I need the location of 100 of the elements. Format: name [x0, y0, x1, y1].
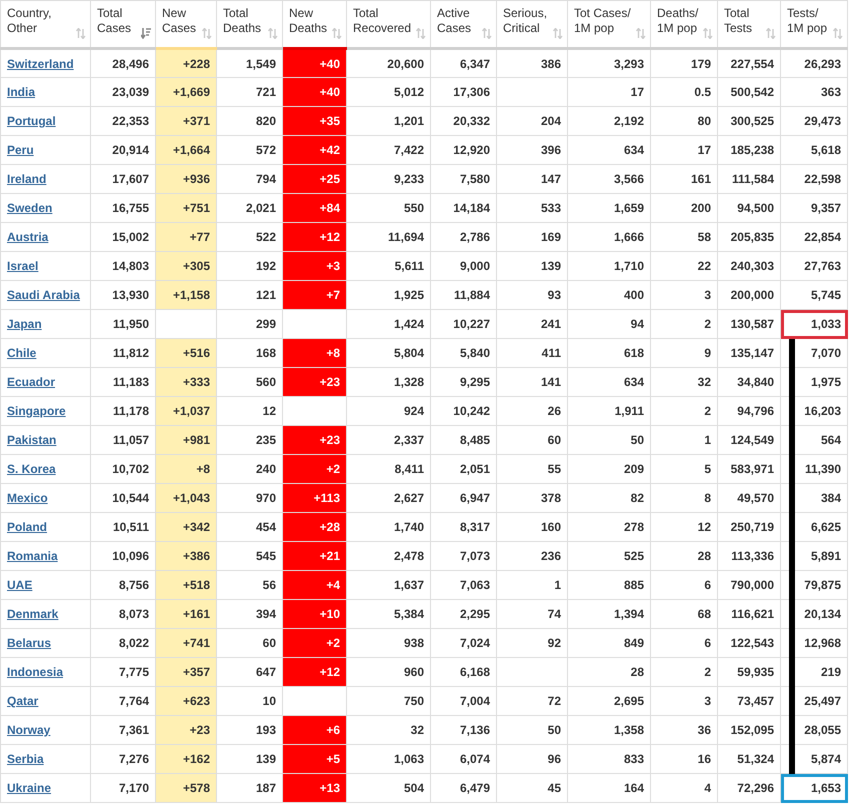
- table-cell: +333: [156, 368, 216, 396]
- table-cell: 1,925: [346, 280, 430, 310]
- table-cell: 200,000: [718, 280, 780, 310]
- table-cell: 29,473: [780, 106, 848, 136]
- table-cell: 396: [496, 136, 568, 164]
- table-cell: +28: [282, 512, 346, 542]
- table-cell: 130,587: [718, 310, 780, 338]
- table-cell: +23: [282, 368, 346, 396]
- table-cell: +5: [282, 744, 346, 774]
- table-cell: 161: [650, 164, 718, 194]
- sort-icon: [268, 28, 278, 39]
- column-header[interactable]: Active Cases: [430, 0, 496, 48]
- table-cell: 618: [568, 338, 650, 368]
- table-cell: 200: [650, 194, 718, 222]
- table-cell: +8: [156, 454, 216, 484]
- country-link[interactable]: Peru: [7, 143, 34, 157]
- table-cell: 1,328: [346, 368, 430, 396]
- table-cell: 50: [568, 426, 650, 454]
- table-cell: 8,485: [430, 426, 496, 454]
- table-cell: 68: [650, 600, 718, 628]
- table-cell: 1,659: [568, 194, 650, 222]
- table-cell: 122,543: [718, 628, 780, 658]
- sort-icon: [636, 28, 646, 39]
- table-cell: +23: [282, 426, 346, 454]
- table-cell: +1,669: [156, 78, 216, 106]
- table-cell: 0.5: [650, 78, 718, 106]
- table-cell: 8: [650, 484, 718, 512]
- sort-icon: [76, 28, 86, 39]
- table-cell: 6,947: [430, 484, 496, 512]
- table-cell: 1,063: [346, 744, 430, 774]
- country-link[interactable]: India: [7, 85, 36, 99]
- sort-icon: [482, 28, 492, 39]
- table-cell: 5,804: [346, 338, 430, 368]
- table-cell: +161: [156, 600, 216, 628]
- table-cell: +518: [156, 570, 216, 600]
- table-cell: 7,004: [430, 686, 496, 716]
- country-link[interactable]: Israel: [7, 259, 38, 273]
- sort-icon: [416, 28, 426, 39]
- table-cell: 2: [650, 658, 718, 686]
- table-cell: 1,424: [346, 310, 430, 338]
- country-link[interactable]: Chile: [7, 346, 36, 360]
- table-cell: 6,074: [430, 744, 496, 774]
- column-header[interactable]: Tests/ 1M pop: [780, 0, 848, 48]
- table-cell: 2,295: [430, 600, 496, 628]
- table-cell: +13: [282, 774, 346, 802]
- column-header[interactable]: Serious, Critical: [496, 0, 568, 48]
- column-header[interactable]: Deaths/ 1M pop: [650, 0, 718, 48]
- table-cell: 3,293: [568, 48, 650, 78]
- column-header[interactable]: Total Tests: [718, 0, 780, 48]
- column-header[interactable]: Country, Other: [0, 0, 90, 48]
- table-cell: 1,637: [346, 570, 430, 600]
- table-cell: +1,158: [156, 280, 216, 310]
- table-cell: 74: [496, 600, 568, 628]
- table-cell: 1,666: [568, 222, 650, 252]
- table-cell: 924: [346, 396, 430, 426]
- sort-icon: [766, 28, 776, 39]
- table-cell: 6,347: [430, 48, 496, 78]
- table-cell: +936: [156, 164, 216, 194]
- table-cell: 241: [496, 310, 568, 338]
- table-cell: 92: [496, 628, 568, 658]
- table-cell: +2: [282, 628, 346, 658]
- table-cell: +371: [156, 106, 216, 136]
- table-cell: 45: [496, 774, 568, 802]
- table-cell: 7,580: [430, 164, 496, 194]
- table-cell: 55: [496, 454, 568, 484]
- table-cell: 833: [568, 744, 650, 774]
- table-cell: 278: [568, 512, 650, 542]
- table-cell: 2,786: [430, 222, 496, 252]
- table-cell: 160: [496, 512, 568, 542]
- table-cell: +1,037: [156, 396, 216, 426]
- table-cell: 583,971: [718, 454, 780, 484]
- table-cell: 2,051: [430, 454, 496, 484]
- table-cell: 82: [568, 484, 650, 512]
- country-link[interactable]: Serbia: [7, 752, 44, 766]
- table-cell: 1,740: [346, 512, 430, 542]
- country-link[interactable]: UAE: [7, 578, 32, 592]
- table-cell: 4: [650, 774, 718, 802]
- table-cell: 1,911: [568, 396, 650, 426]
- table-cell: 10,227: [430, 310, 496, 338]
- column-header[interactable]: Total Cases: [90, 0, 156, 48]
- table-cell: 2,478: [346, 542, 430, 570]
- table-cell: 227,554: [718, 48, 780, 78]
- table-cell: 5,012: [346, 78, 430, 106]
- table-cell: 236: [496, 542, 568, 570]
- table-cell: +981: [156, 426, 216, 454]
- table-cell: +10: [282, 600, 346, 628]
- table-cell: 7,073: [430, 542, 496, 570]
- table-cell: 147: [496, 164, 568, 194]
- table-cell: 750: [346, 686, 430, 716]
- column-header[interactable]: Total Recovered: [346, 0, 430, 48]
- column-header[interactable]: Total Deaths: [216, 0, 282, 48]
- column-header[interactable]: Tot Cases/ 1M pop: [568, 0, 650, 48]
- table-cell: 12,920: [430, 136, 496, 164]
- table-cell: +228: [156, 48, 216, 78]
- country-link[interactable]: Qatar: [7, 694, 38, 708]
- table-cell: 7,136: [430, 716, 496, 744]
- table-cell: 3: [650, 686, 718, 716]
- table-cell: 2,627: [346, 484, 430, 512]
- country-link[interactable]: Japan: [7, 317, 42, 331]
- table-cell: 141: [496, 368, 568, 396]
